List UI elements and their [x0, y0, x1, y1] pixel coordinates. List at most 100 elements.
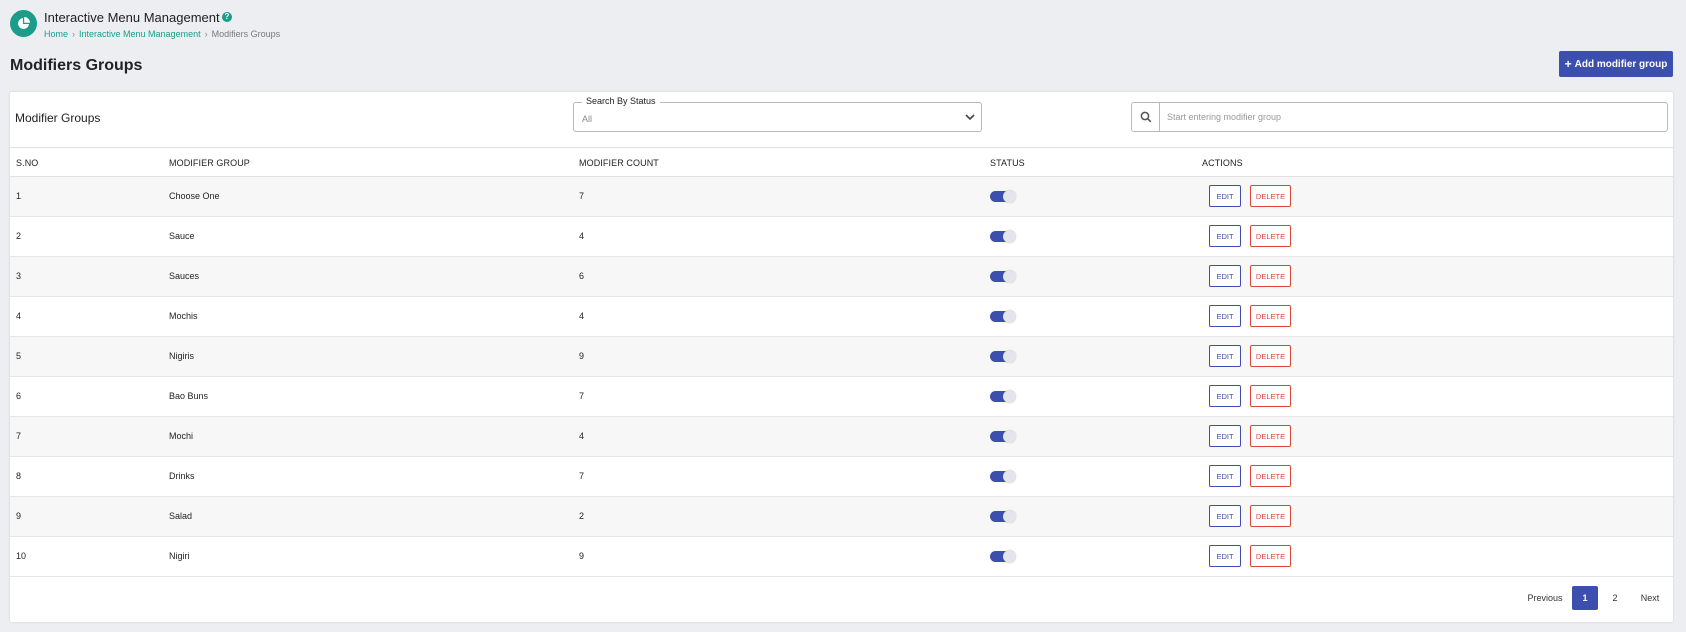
row-modifier-count: 7	[579, 471, 585, 481]
delete-button[interactable]: DELETE	[1250, 305, 1291, 327]
page-title: Modifiers Groups	[10, 57, 143, 74]
row-sno: 8	[16, 471, 22, 481]
row-modifier-group: Mochi	[169, 431, 194, 441]
toggle-knob	[1003, 310, 1016, 323]
row-modifier-group: Sauce	[169, 231, 195, 241]
status-filter-value: All	[582, 114, 593, 124]
table-row: 1 Choose One 7 EDIT DELETE	[10, 177, 1673, 217]
status-toggle[interactable]	[990, 550, 1016, 563]
delete-button[interactable]: DELETE	[1250, 385, 1291, 407]
column-header-sno: S.NO	[16, 158, 39, 168]
breadcrumb-home[interactable]: Home	[44, 29, 68, 39]
toggle-knob	[1003, 430, 1016, 443]
delete-button[interactable]: DELETE	[1250, 425, 1291, 447]
row-modifier-group: Nigiri	[169, 551, 190, 561]
table-row: 9 Salad 2 EDIT DELETE	[10, 497, 1673, 537]
search-box	[1131, 102, 1668, 132]
edit-button[interactable]: EDIT	[1209, 465, 1241, 487]
status-toggle[interactable]	[990, 390, 1016, 403]
edit-button[interactable]: EDIT	[1209, 185, 1241, 207]
chevron-down-icon	[965, 114, 975, 121]
row-sno: 1	[16, 191, 22, 201]
column-header-modifier-count: MODIFIER COUNT	[579, 158, 659, 168]
row-modifier-group: Sauces	[169, 271, 200, 281]
plus-icon: +	[1564, 57, 1572, 71]
toggle-knob	[1003, 270, 1016, 283]
edit-button[interactable]: EDIT	[1209, 545, 1241, 567]
row-sno: 4	[16, 311, 22, 321]
toggle-knob	[1003, 190, 1016, 203]
row-sno: 2	[16, 231, 22, 241]
row-modifier-count: 4	[579, 311, 585, 321]
add-modifier-group-button[interactable]: + Add modifier group	[1559, 51, 1673, 77]
edit-button[interactable]: EDIT	[1209, 505, 1241, 527]
column-header-actions: ACTIONS	[1202, 158, 1243, 168]
pagination-previous[interactable]: Previous	[1520, 586, 1570, 610]
row-modifier-count: 9	[579, 551, 585, 561]
row-modifier-group: Mochis	[169, 311, 198, 321]
table-row: 8 Drinks 7 EDIT DELETE	[10, 457, 1673, 497]
pagination-page-2[interactable]: 2	[1602, 586, 1628, 610]
card-title: Modifier Groups	[15, 111, 101, 125]
toggle-knob	[1003, 390, 1016, 403]
status-toggle[interactable]	[990, 470, 1016, 483]
delete-button[interactable]: DELETE	[1250, 185, 1291, 207]
edit-button[interactable]: EDIT	[1209, 345, 1241, 367]
row-modifier-group: Bao Buns	[169, 391, 209, 401]
delete-button[interactable]: DELETE	[1250, 265, 1291, 287]
row-sno: 7	[16, 431, 22, 441]
toggle-knob	[1003, 230, 1016, 243]
row-modifier-count: 6	[579, 271, 585, 281]
status-filter-select[interactable]: Search By Status All	[573, 96, 982, 132]
table-header: S.NO MODIFIER GROUP MODIFIER COUNT STATU…	[10, 147, 1673, 177]
app-title: Interactive Menu Management	[44, 10, 220, 25]
edit-button[interactable]: EDIT	[1209, 385, 1241, 407]
status-toggle[interactable]	[990, 430, 1016, 443]
row-modifier-group: Drinks	[169, 471, 195, 481]
toggle-knob	[1003, 350, 1016, 363]
delete-button[interactable]: DELETE	[1250, 345, 1291, 367]
row-modifier-count: 4	[579, 231, 585, 241]
column-header-modifier-group: MODIFIER GROUP	[169, 158, 250, 168]
search-icon	[1140, 111, 1151, 123]
pie-chart-icon	[18, 17, 30, 29]
row-sno: 10	[16, 551, 27, 561]
status-toggle[interactable]	[990, 270, 1016, 283]
table-row: 5 Nigiris 9 EDIT DELETE	[10, 337, 1673, 377]
status-toggle[interactable]	[990, 310, 1016, 323]
row-modifier-group: Choose One	[169, 191, 220, 201]
app-logo	[10, 10, 37, 37]
pagination-page-1[interactable]: 1	[1572, 586, 1598, 610]
modifier-groups-table: S.NO MODIFIER GROUP MODIFIER COUNT STATU…	[10, 147, 1673, 577]
search-icon-wrap[interactable]	[1132, 103, 1160, 131]
status-toggle[interactable]	[990, 510, 1016, 523]
table-row: 6 Bao Buns 7 EDIT DELETE	[10, 377, 1673, 417]
help-icon[interactable]: ?	[222, 12, 232, 22]
row-sno: 9	[16, 511, 22, 521]
delete-button[interactable]: DELETE	[1250, 545, 1291, 567]
pagination-next[interactable]: Next	[1630, 586, 1670, 610]
breadcrumb-separator-icon: ›	[72, 29, 76, 39]
add-modifier-group-label: Add modifier group	[1574, 58, 1668, 70]
edit-button[interactable]: EDIT	[1209, 265, 1241, 287]
row-sno: 3	[16, 271, 22, 281]
search-input[interactable]	[1160, 103, 1667, 131]
breadcrumb-current: Modifiers Groups	[211, 29, 281, 39]
table-row: 3 Sauces 6 EDIT DELETE	[10, 257, 1673, 297]
row-modifier-count: 2	[579, 511, 585, 521]
status-toggle[interactable]	[990, 190, 1016, 203]
toggle-knob	[1003, 470, 1016, 483]
status-toggle[interactable]	[990, 350, 1016, 363]
delete-button[interactable]: DELETE	[1250, 505, 1291, 527]
modifier-groups-card: Modifier Groups Search By Status All S.N…	[10, 92, 1673, 622]
edit-button[interactable]: EDIT	[1209, 425, 1241, 447]
column-header-status: STATUS	[990, 158, 1025, 168]
delete-button[interactable]: DELETE	[1250, 465, 1291, 487]
edit-button[interactable]: EDIT	[1209, 305, 1241, 327]
edit-button[interactable]: EDIT	[1209, 225, 1241, 247]
row-modifier-group: Salad	[169, 511, 193, 521]
breadcrumb-interactive-menu[interactable]: Interactive Menu Management	[79, 29, 201, 39]
delete-button[interactable]: DELETE	[1250, 225, 1291, 247]
table-row: 2 Sauce 4 EDIT DELETE	[10, 217, 1673, 257]
status-toggle[interactable]	[990, 230, 1016, 243]
